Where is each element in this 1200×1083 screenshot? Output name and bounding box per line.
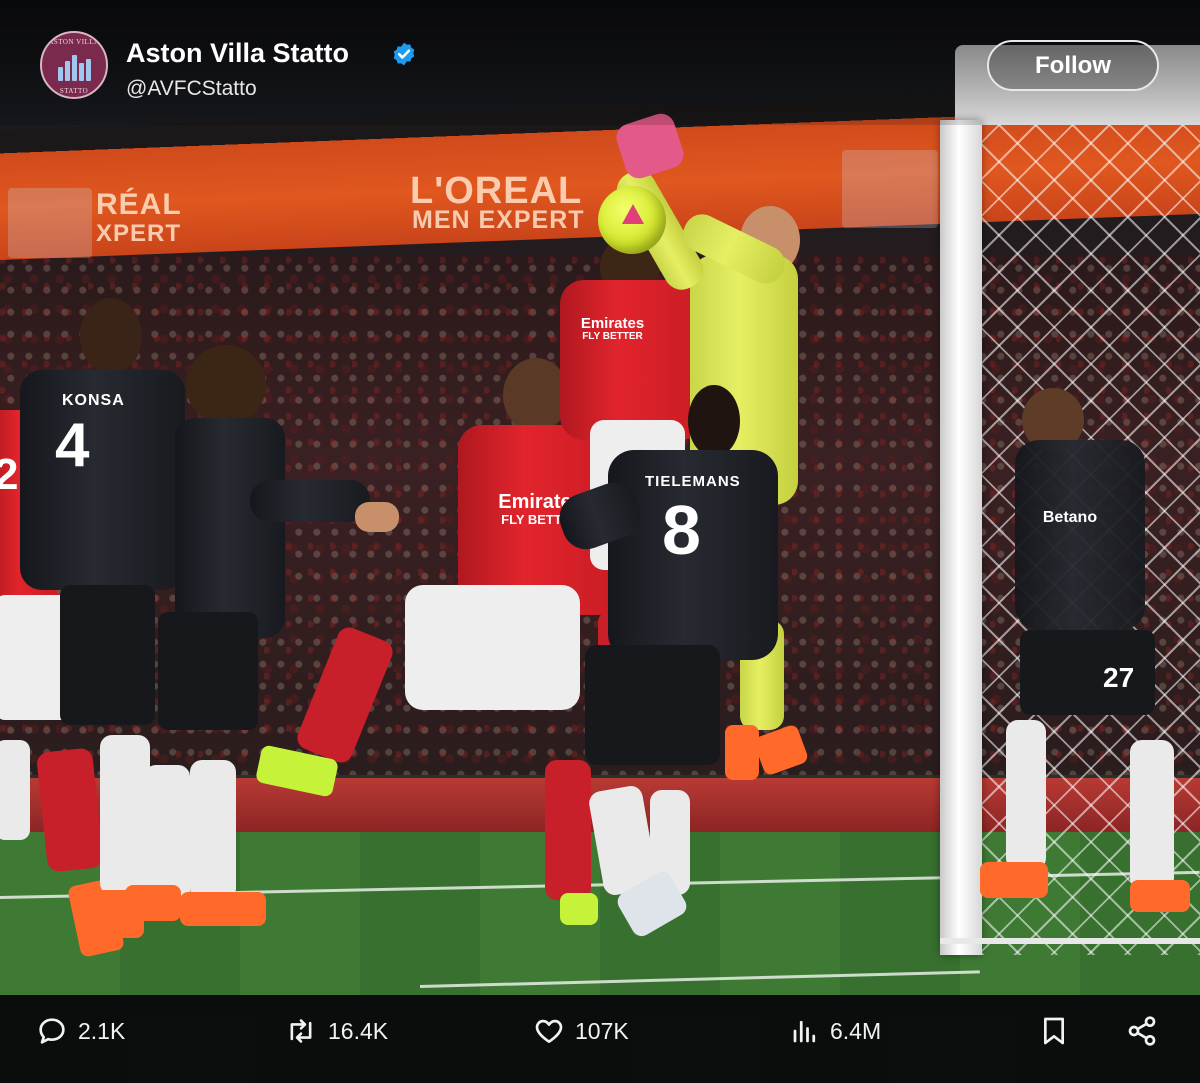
repost-icon [290,1019,312,1043]
ad-banner-left-text-2: XPERT [96,220,182,247]
reply-icon [39,1018,65,1044]
shirt-sponsor: Emirates FLY BETTER [575,316,650,342]
follow-button[interactable]: Follow [987,40,1159,91]
post-action-bar: 2.1K 16.4K 107K 6.4M [0,995,1200,1083]
repost-button[interactable]: 16.4K [284,995,388,1067]
reply-button[interactable]: 2.1K [36,995,125,1067]
goal-base [940,938,1200,944]
views-button[interactable]: 6.4M [790,995,881,1067]
ad-banner-logo-left [8,188,92,258]
heart-icon [535,1019,563,1043]
repost-count: 16.4K [328,1017,389,1044]
tweet-photo[interactable]: RÉAL XPERT L'OREAL MEN EXPERT 2 KONSA 4 [0,0,1200,995]
share-icon[interactable] [1126,1015,1158,1047]
ad-banner-center-text-1: L'OREAL [410,170,583,212]
football [598,186,666,254]
avatar-bar-chart-icon [58,55,92,81]
player-number: 8 [662,491,701,569]
shirt-sponsor-line1: Emirates [580,315,645,332]
views-count: 6.4M [830,1017,882,1044]
reply-count: 2.1K [78,1017,126,1044]
avatar[interactable]: ASTON VILLA STATTO [40,31,108,99]
player-name: KONSA [62,392,125,409]
verified-badge-icon [393,42,415,66]
like-button[interactable]: 107K [533,995,629,1067]
like-count: 107K [575,1017,629,1044]
avatar-text-top: ASTON VILLA [48,38,100,46]
post-header: ASTON VILLA STATTO Aston Villa Statto @A… [0,0,1200,125]
ad-banner-logo-right [842,150,938,228]
shirt-sponsor-line2: FLY BETTER [582,330,643,342]
ad-banner-center-text-2: MEN EXPERT [412,206,585,234]
ad-banner-left-text-1: RÉAL [96,188,182,221]
player-name: TIELEMANS [645,473,741,490]
display-name[interactable]: Aston Villa Statto [126,38,349,69]
player-number: 2 [0,450,19,499]
bookmark-icon[interactable] [1038,1015,1070,1047]
player-number: 4 [55,411,90,480]
user-handle[interactable]: @AVFCStatto [126,77,257,101]
goal-post [940,120,982,955]
avatar-text-bottom: STATTO [59,87,89,95]
shirt-sponsor: Betano [1042,509,1098,526]
views-chart-icon [793,1020,816,1043]
player-number: 27 [1103,662,1135,693]
